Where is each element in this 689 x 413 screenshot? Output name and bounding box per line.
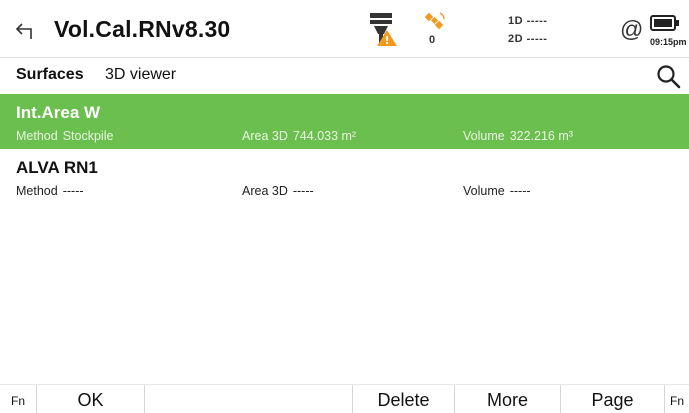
ok-button[interactable]: OK <box>36 385 144 413</box>
area-field: Area 3D ----- <box>242 184 314 198</box>
softkey-bar: Fn OK Delete More Page Fn <box>0 384 689 413</box>
method-field: Method ----- <box>16 184 84 198</box>
volume-field: Volume 322.216 m³ <box>463 129 573 143</box>
fn-right-key[interactable]: Fn <box>664 385 689 413</box>
more-button[interactable]: More <box>454 385 560 413</box>
battery-icon[interactable] <box>650 13 680 33</box>
satellite-count: 0 <box>429 34 436 46</box>
volume-label: Volume <box>463 184 505 198</box>
tab-bar: Surfaces 3D viewer <box>0 58 689 94</box>
list-item[interactable]: ALVA RN1 Method ----- Area 3D ----- Volume… <box>0 149 689 204</box>
delete-button[interactable]: Delete <box>352 385 454 413</box>
surface-name: ALVA RN1 <box>16 158 98 177</box>
volume-label: Volume <box>463 129 505 143</box>
search-icon[interactable] <box>656 64 682 90</box>
method-label: Method <box>16 184 58 198</box>
area-value: 744.033 m² <box>292 129 357 143</box>
method-value: Stockpile <box>62 129 114 143</box>
list-item[interactable]: Int.Area W Method Stockpile Area 3D 744.03… <box>0 94 689 149</box>
quality-1d: 1D ----- <box>508 15 548 27</box>
title-bar: Vol.Cal.RNv8.30 0 1D ----- 2D ----- @ 09… <box>0 0 689 58</box>
page-button[interactable]: Page <box>560 385 664 413</box>
blank-softkey[interactable] <box>144 385 352 413</box>
volume-field: Volume ----- <box>463 184 531 198</box>
tab-surfaces[interactable]: Surfaces <box>16 66 84 84</box>
instrument-warning-icon[interactable] <box>364 12 400 48</box>
clock: 09:15pm <box>650 37 687 47</box>
method-field: Method Stockpile <box>16 129 113 143</box>
back-arrow-icon[interactable] <box>14 20 36 42</box>
satellite-icon[interactable] <box>423 10 447 36</box>
volume-value: ----- <box>509 184 531 198</box>
quality-2d: 2D ----- <box>508 33 548 45</box>
fn-left-key[interactable]: Fn <box>0 385 36 413</box>
area-value: ----- <box>292 184 314 198</box>
method-label: Method <box>16 129 58 143</box>
method-value: ----- <box>62 184 84 198</box>
tab-3d-viewer[interactable]: 3D viewer <box>105 66 176 84</box>
area-label: Area 3D <box>242 184 288 198</box>
volume-value: 322.216 m³ <box>509 129 573 143</box>
surface-name: Int.Area W <box>16 103 101 122</box>
area-field: Area 3D 744.033 m² <box>242 129 356 143</box>
app-title: Vol.Cal.RNv8.30 <box>54 16 231 42</box>
area-label: Area 3D <box>242 129 288 143</box>
connection-at-icon[interactable]: @ <box>620 16 643 43</box>
